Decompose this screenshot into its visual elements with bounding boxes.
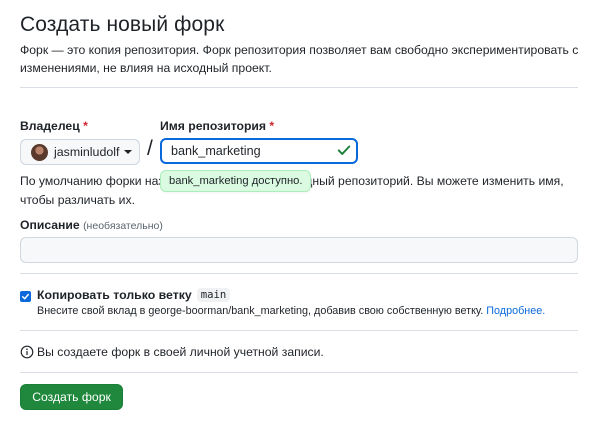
copy-branch-checkbox[interactable] [20,291,31,302]
owner-label: Владелец * [20,119,88,133]
repo-name-input[interactable] [160,138,358,164]
info-icon [20,345,34,359]
page-title: Создать новый форк [20,13,225,36]
info-divider [20,372,578,373]
chevron-down-icon [124,150,133,154]
description-divider [20,273,578,274]
owner-required-mark: * [83,119,88,133]
check-icon [337,145,351,155]
avatar [31,143,48,161]
owner-dropdown-button[interactable]: jasminludolf [20,139,140,165]
availability-tooltip: bank_marketing доступно. [160,170,312,192]
personal-account-info: Вы создаете форк в своей личной учетной … [37,345,324,359]
owner-repo-separator: / [147,137,153,160]
copy-branch-note: Внесите свой вклад в george-boorman/bank… [37,305,545,317]
description-label-text: Описание [20,218,80,232]
repo-name-label: Имя репозитория * [160,119,274,133]
copy-branch-note-text: Внесите свой вклад в george-boorman/bank… [37,305,484,317]
description-label: Описание (необязательно) [20,218,163,232]
branch-divider [20,330,578,331]
copy-branch-label-text: Копировать только ветку [37,288,192,302]
create-fork-button[interactable]: Создать форк [20,384,123,410]
repo-name-label-text: Имя репозитория [160,119,266,133]
description-optional-hint: (необязательно) [83,220,163,232]
branch-name-code: main [196,288,231,302]
owner-name: jasminludolf [54,145,120,159]
repo-required-mark: * [269,119,275,133]
learn-more-link[interactable]: Подробнее. [486,305,545,317]
header-divider [20,87,578,88]
owner-label-text: Владелец [20,119,80,133]
copy-branch-label[interactable]: Копировать только ветку main [37,288,231,302]
checkbox-checked-icon [21,293,30,300]
description-input[interactable] [20,237,578,263]
page-subtitle: Форк — это копия репозитория. Форк репоз… [20,43,579,75]
